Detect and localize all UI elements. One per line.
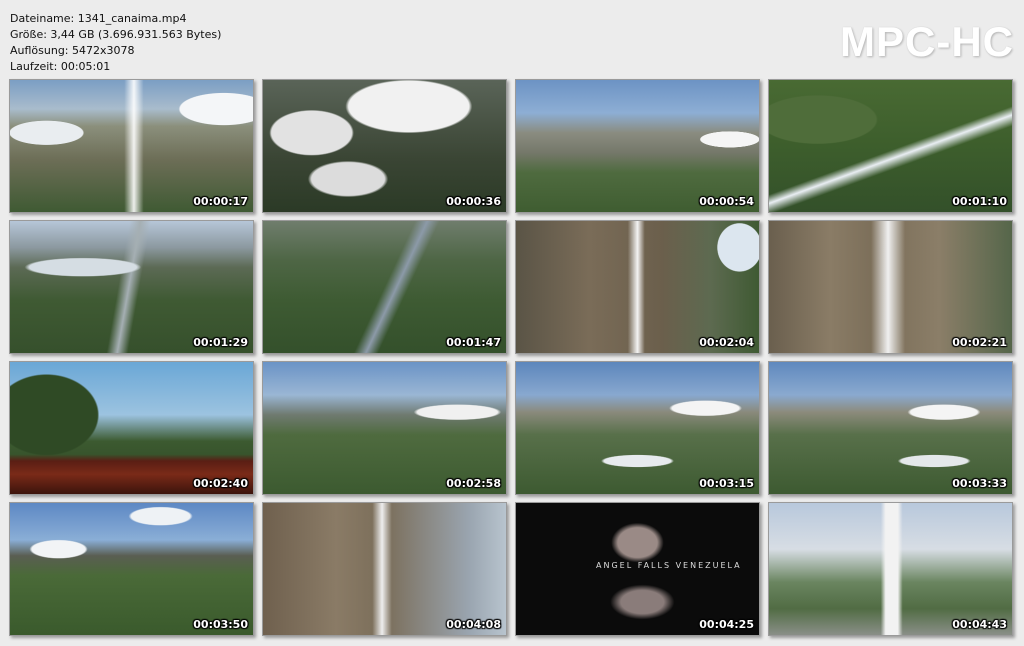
timestamp: 00:00:54 <box>699 195 754 208</box>
mpc-hc-logo: MPC-HC <box>840 18 1014 65</box>
thumbnail-image <box>263 362 506 494</box>
file-duration: Laufzeit: 00:05:01 <box>10 60 111 73</box>
timestamp: 00:03:33 <box>952 477 1007 490</box>
thumbnail: 00:04:08 <box>262 502 507 636</box>
thumbnail: 00:00:36 <box>262 79 507 213</box>
timestamp: 00:02:40 <box>193 477 248 490</box>
thumbnail-image <box>10 503 253 635</box>
timestamp: 00:03:15 <box>699 477 754 490</box>
title-overlay-text: ANGEL FALLS VENEZUELA <box>596 561 742 570</box>
timestamp: 00:04:08 <box>446 618 501 631</box>
file-name: Dateiname: 1341_canaima.mp4 <box>10 12 187 25</box>
thumbnail: 00:01:10 <box>768 79 1013 213</box>
thumbnail-grid: 00:00:17 00:00:36 00:00:54 00:01:10 00:0… <box>9 79 1013 636</box>
thumbnail: 00:02:21 <box>768 220 1013 354</box>
thumbnail-image <box>769 80 1012 212</box>
file-info: Dateiname: 1341_canaima.mp4 Größe: 3,44 … <box>10 11 221 75</box>
thumbnail: 00:04:43 <box>768 502 1013 636</box>
thumbnail-image <box>769 362 1012 494</box>
file-resolution: Auflösung: 5472x3078 <box>10 44 135 57</box>
timestamp: 00:00:36 <box>446 195 501 208</box>
thumbnail-image <box>263 503 506 635</box>
timestamp: 00:03:50 <box>193 618 248 631</box>
thumbnail: 00:00:54 <box>515 79 760 213</box>
thumbnail-image <box>516 362 759 494</box>
thumbnail-image <box>10 362 253 494</box>
timestamp: 00:04:25 <box>699 618 754 631</box>
thumbnail: 00:02:04 <box>515 220 760 354</box>
timestamp: 00:01:29 <box>193 336 248 349</box>
timestamp: 00:04:43 <box>952 618 1007 631</box>
file-size: Größe: 3,44 GB (3.696.931.563 Bytes) <box>10 28 222 41</box>
thumbnail-image <box>10 221 253 353</box>
thumbnail: 00:03:15 <box>515 361 760 495</box>
timestamp: 00:00:17 <box>193 195 248 208</box>
thumbnail: 00:01:29 <box>9 220 254 354</box>
timestamp: 00:02:58 <box>446 477 501 490</box>
timestamp: 00:02:04 <box>699 336 754 349</box>
thumbnail-image <box>10 80 253 212</box>
thumbnail-image <box>263 221 506 353</box>
thumbnail: 00:02:40 <box>9 361 254 495</box>
thumbnail-image <box>769 503 1012 635</box>
thumbnail-image <box>769 221 1012 353</box>
thumbnail: 00:01:47 <box>262 220 507 354</box>
timestamp: 00:01:10 <box>952 195 1007 208</box>
thumbnail: 00:03:33 <box>768 361 1013 495</box>
thumbnail: 00:03:50 <box>9 502 254 636</box>
thumbnail-image <box>516 80 759 212</box>
thumbnail-image <box>263 80 506 212</box>
thumbnail-image <box>516 221 759 353</box>
thumbnail: ANGEL FALLS VENEZUELA 00:04:25 <box>515 502 760 636</box>
thumbnail: 00:00:17 <box>9 79 254 213</box>
timestamp: 00:01:47 <box>446 336 501 349</box>
thumbnail: 00:02:58 <box>262 361 507 495</box>
timestamp: 00:02:21 <box>952 336 1007 349</box>
